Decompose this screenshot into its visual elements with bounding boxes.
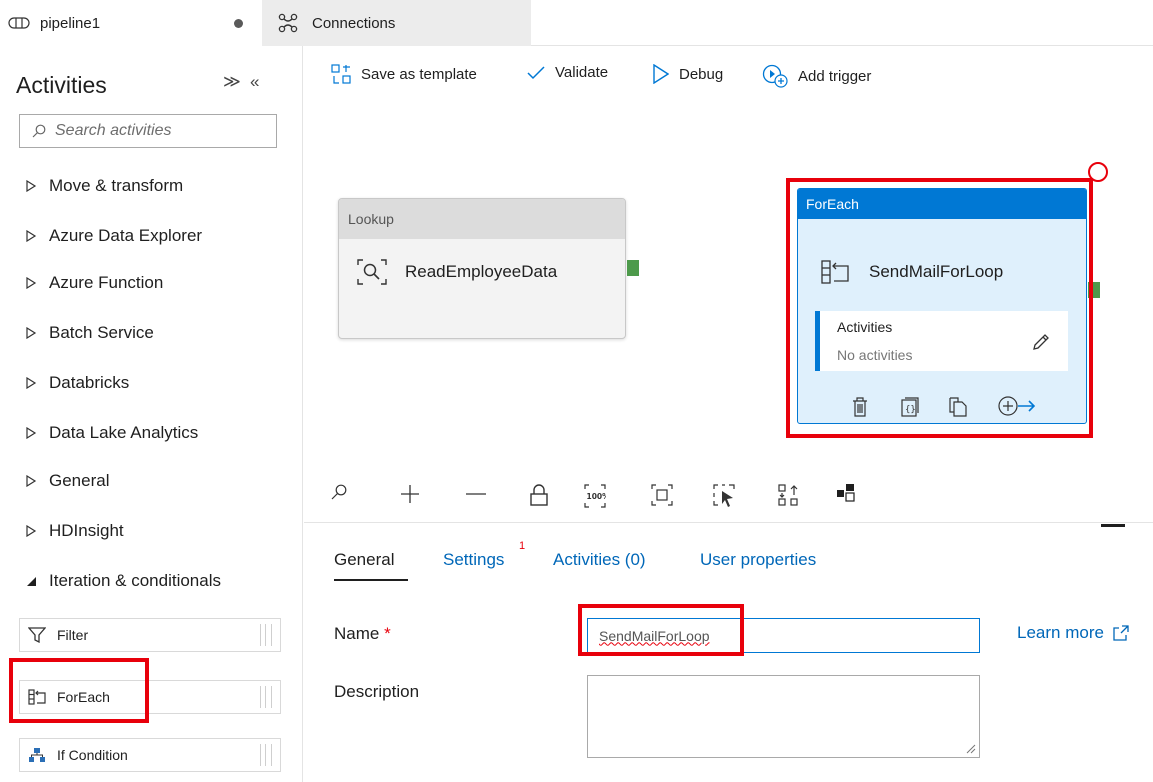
layout-icon[interactable] (837, 484, 855, 502)
collapse-all-icon[interactable]: ≫ (223, 72, 241, 92)
drag-handle-icon[interactable] (260, 744, 272, 766)
tab-settings[interactable]: Settings (443, 550, 504, 570)
expand-triangle-icon (26, 377, 37, 389)
category-label: General (49, 471, 110, 490)
select-icon[interactable] (713, 484, 735, 508)
activity-label: If Condition (57, 747, 128, 763)
description-label: Description (334, 682, 420, 701)
required-mark: * (384, 624, 391, 643)
name-label-text: Name (334, 624, 380, 643)
tab-general[interactable]: General (334, 550, 394, 570)
pipeline-icon (8, 17, 30, 29)
settings-error-badge: 1 (519, 540, 526, 552)
search-placeholder: Search activities (55, 122, 172, 139)
zoom-100-icon[interactable]: 100% (584, 484, 606, 508)
category-iteration-conditionals[interactable]: Iteration & conditionals (25, 568, 221, 594)
category-azure-function[interactable]: Azure Function (25, 270, 163, 296)
category-label: Data Lake Analytics (49, 423, 199, 442)
collapse-triangle-icon (27, 577, 36, 586)
tab-connections[interactable]: Connections (262, 0, 531, 46)
lookup-node-name: ReadEmployeeData (405, 262, 558, 281)
highlight-foreach-node (786, 178, 1093, 438)
validate-button[interactable]: Validate (527, 64, 608, 81)
lookup-node-type: Lookup (339, 199, 625, 239)
drag-handle-icon[interactable] (260, 686, 272, 708)
category-databricks[interactable]: Databricks (25, 370, 129, 396)
expand-triangle-icon (26, 475, 37, 487)
expand-triangle-icon (26, 525, 37, 537)
search-icon (32, 124, 46, 138)
pipeline-toolbar: Save as template Validate Debug Add trig… (304, 46, 1153, 106)
tab-pipeline1[interactable]: pipeline1 (0, 0, 262, 46)
expand-triangle-icon (26, 427, 37, 439)
activity-label: Filter (57, 627, 89, 643)
name-label: Name * (334, 624, 391, 644)
activity-filter[interactable]: Filter (19, 618, 281, 652)
activities-title: Activities (16, 72, 107, 98)
description-textarea[interactable] (587, 675, 980, 758)
tab-activities[interactable]: Activities (0) (553, 550, 646, 570)
resize-grip-icon[interactable] (966, 744, 976, 754)
debug-label: Debug (679, 65, 724, 83)
learn-more-link[interactable]: Learn more (1017, 623, 1129, 643)
lookup-activity-node[interactable]: Lookup ReadEmployeeData (338, 198, 626, 339)
expand-triangle-icon (26, 277, 37, 289)
category-label: Azure Data Explorer (49, 226, 203, 245)
category-azure-data-explorer[interactable]: Azure Data Explorer (25, 223, 202, 249)
lock-icon[interactable] (530, 484, 548, 506)
category-label: Batch Service (49, 323, 154, 342)
add-trigger-icon (762, 64, 788, 88)
highlight-name-value (578, 604, 744, 656)
filter-icon (28, 627, 46, 643)
active-tab-indicator (334, 579, 408, 581)
category-label: HDInsight (49, 521, 124, 540)
zoom-out-icon[interactable] (465, 484, 487, 504)
category-batch-service[interactable]: Batch Service (25, 320, 154, 346)
fit-to-screen-icon[interactable] (651, 484, 673, 506)
add-trigger-label: Add trigger (798, 67, 872, 85)
save-as-template-label: Save as template (361, 65, 477, 83)
category-label: Databricks (49, 373, 130, 392)
learn-more-label: Learn more (1017, 623, 1104, 642)
zoom-search-icon[interactable] (331, 484, 347, 502)
auto-align-icon[interactable] (778, 484, 798, 506)
search-activities-input[interactable]: Search activities (19, 114, 277, 148)
category-data-lake-analytics[interactable]: Data Lake Analytics (25, 420, 198, 446)
category-general[interactable]: General (25, 468, 109, 494)
category-label: Azure Function (49, 273, 164, 292)
expand-triangle-icon (26, 180, 37, 192)
category-move-transform[interactable]: Move & transform (25, 173, 183, 199)
collapse-panel-icon[interactable]: « (250, 72, 259, 92)
expand-triangle-icon (26, 230, 37, 242)
svg-text:100%: 100% (587, 492, 607, 501)
lookup-icon (357, 259, 387, 285)
tab-connections-label: Connections (312, 14, 396, 32)
add-trigger-button[interactable]: Add trigger (762, 64, 871, 88)
debug-button[interactable]: Debug (653, 64, 723, 84)
lookup-output-port[interactable] (627, 260, 639, 276)
save-as-template-button[interactable]: Save as template (331, 64, 477, 84)
play-icon (653, 64, 669, 84)
category-label: Iteration & conditionals (49, 571, 221, 590)
save-template-icon (331, 64, 351, 84)
canvas-toolbar: 100% (304, 472, 1153, 522)
category-label: Move & transform (49, 176, 184, 195)
unsaved-dot-icon (234, 19, 243, 28)
if-condition-icon (29, 748, 45, 762)
expand-triangle-icon (26, 327, 37, 339)
activity-if-condition[interactable]: If Condition (19, 738, 281, 772)
external-link-icon (1113, 625, 1129, 641)
zoom-in-icon[interactable] (400, 484, 420, 504)
connections-icon (278, 13, 298, 33)
tab-bar: pipeline1 Connections (0, 0, 1153, 46)
validate-label: Validate (555, 64, 609, 81)
drag-handle-icon[interactable] (260, 624, 272, 646)
tab-user-properties[interactable]: User properties (700, 550, 816, 570)
tab-pipeline1-label: pipeline1 (40, 14, 101, 32)
check-icon (527, 65, 545, 79)
category-hdinsight[interactable]: HDInsight (25, 518, 124, 544)
highlight-foreach-activity (9, 658, 149, 723)
